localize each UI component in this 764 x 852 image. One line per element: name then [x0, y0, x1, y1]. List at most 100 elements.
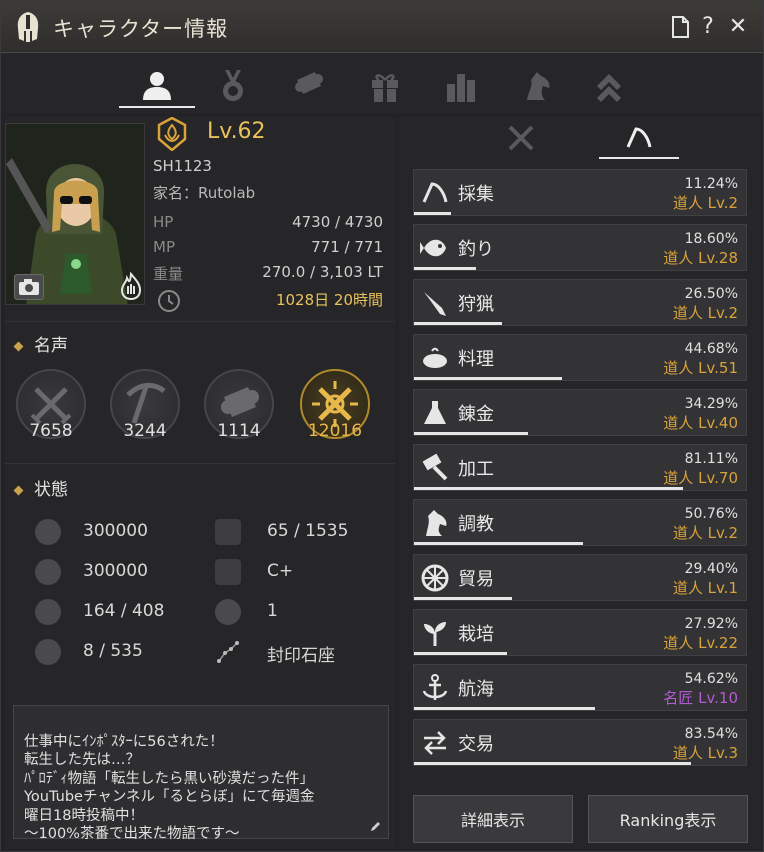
sickle-icon: [422, 182, 448, 203]
life-skill-level: 道人 Lv.3: [672, 744, 738, 762]
window-title: キャラクター情報: [53, 17, 229, 41]
clock-icon: [158, 290, 180, 312]
bar-chart-icon: [447, 74, 475, 102]
life-skill-level: 道人 Lv.22: [663, 634, 738, 652]
life-skill-row[interactable]: 錬金 34.29% 道人 Lv.40: [413, 389, 747, 436]
life-skill-row[interactable]: 貿易 29.40% 道人 Lv.1: [413, 554, 747, 601]
life-skill-level: 道人 Lv.70: [663, 469, 738, 487]
life-skill-name: 料理: [458, 349, 494, 370]
fame-knowledge-value: 1114: [217, 421, 261, 441]
life-skill-row[interactable]: 料理 44.68% 道人 Lv.51: [413, 334, 747, 381]
pencil-icon[interactable]: [370, 820, 382, 832]
scroll-icon: [295, 72, 323, 94]
status-title: 状態: [34, 480, 68, 500]
progress-bar: [414, 267, 476, 270]
tab-gift[interactable]: [345, 61, 425, 111]
tab-rank[interactable]: [569, 61, 649, 111]
life-skill-row[interactable]: 調教 50.76% 道人 Lv.2: [413, 499, 747, 546]
anchor-icon: [422, 674, 448, 700]
life-skill-percent: 54.62%: [684, 671, 738, 687]
life-skill-percent: 27.92%: [684, 616, 738, 632]
tab-character[interactable]: [117, 61, 197, 111]
mp-value: 771 / 771: [311, 238, 383, 256]
ranking-button[interactable]: Ranking表示: [588, 795, 748, 843]
axe-icon: [215, 519, 241, 545]
life-skill-percent: 50.76%: [684, 506, 738, 522]
character-level: Lv.62: [207, 119, 266, 144]
life-skill-name: 調教: [458, 514, 494, 535]
life-skill-row[interactable]: 栽培 27.92% 道人 Lv.22: [413, 609, 747, 656]
status-value: 65 / 1535: [267, 521, 349, 541]
close-button[interactable]: ✕: [725, 13, 751, 41]
life-skill-name: 錬金: [458, 404, 494, 425]
life-skill-name: 栽培: [458, 624, 494, 645]
skull-icon: [35, 519, 61, 545]
life-skill-level: 道人 Lv.2: [672, 304, 738, 322]
status-value: 164 / 408: [83, 601, 165, 621]
life-skill-name: 狩猟: [458, 294, 494, 315]
divider: [5, 321, 395, 322]
fame-life-value: 3244: [123, 421, 167, 441]
character-info-window: キャラクター情報 ? ✕ Lv.62 SH1123 家名：Rutolab HP …: [0, 0, 764, 852]
tab-scroll[interactable]: [269, 61, 349, 111]
divider: [5, 463, 395, 464]
bio-text: 仕事中にｲﾝﾎﾟｽﾀｰに56された！ 転生した先は…？ ﾊﾟﾛﾃﾞｨ物語「転生し…: [24, 733, 315, 843]
life-skill-row[interactable]: 釣り 18.60% 道人 Lv.28: [413, 224, 747, 271]
help-button[interactable]: ?: [695, 13, 721, 41]
life-skill-row[interactable]: 加工 81.11% 道人 Lv.70: [413, 444, 747, 491]
progress-bar: [414, 652, 507, 655]
tab-combat[interactable]: [481, 117, 561, 159]
progress-bar: [414, 212, 452, 215]
life-skill-level: 道人 Lv.2: [672, 194, 738, 212]
tab-horse[interactable]: [497, 61, 577, 111]
officer-icon: [35, 559, 61, 585]
life-skill-percent: 83.54%: [684, 726, 738, 742]
level-badge-icon: [157, 117, 187, 151]
exchange-icon: [424, 731, 446, 755]
life-skill-name: 貿易: [458, 569, 494, 590]
life-skill-name: 航海: [458, 679, 494, 700]
life-skill-name: 採集: [458, 184, 494, 205]
life-skills-panel: 採集 11.24% 道人 Lv.2 釣り 18.60% 道人 Lv.28 狩猟 …: [399, 117, 761, 849]
life-skill-percent: 44.68%: [684, 341, 738, 357]
playtime-value: 1028日 20時間: [275, 291, 383, 309]
tab-stats[interactable]: [421, 61, 501, 111]
tab-life[interactable]: [599, 117, 679, 159]
wheel-icon: [421, 564, 449, 592]
life-skill-percent: 11.24%: [684, 176, 738, 192]
life-skill-row[interactable]: 狩猟 26.50% 道人 Lv.2: [413, 279, 747, 326]
status-value: 300000: [83, 561, 148, 581]
life-skill-row[interactable]: 交易 83.54% 道人 Lv.3: [413, 719, 747, 766]
character-name: SH1123: [153, 157, 212, 175]
life-skill-name: 交易: [458, 734, 494, 755]
details-button[interactable]: 詳細表示: [413, 795, 573, 843]
life-skill-percent: 81.11%: [684, 451, 738, 467]
flask-icon: [424, 401, 446, 424]
hammer-icon: [422, 453, 448, 481]
life-skill-name: 加工: [458, 459, 494, 480]
awakening-flame-icon: [120, 272, 142, 300]
fame-total-value: 12016: [307, 421, 363, 441]
camera-icon: [19, 279, 39, 295]
character-panel: Lv.62 SH1123 家名：Rutolab HP 4730 / 4730 M…: [5, 117, 395, 849]
tab-medal[interactable]: [193, 61, 273, 111]
life-skill-row[interactable]: 採集 11.24% 道人 Lv.2: [413, 169, 747, 216]
screenshot-button[interactable]: [14, 274, 44, 300]
bio-textarea[interactable]: 仕事中にｲﾝﾎﾟｽﾀｰに56された！ 転生した先は…？ ﾊﾟﾛﾃﾞｨ物語「転生し…: [13, 705, 389, 842]
life-skill-name: 釣り: [458, 239, 494, 260]
life-skill-level: 道人 Lv.1: [672, 579, 738, 597]
constellation-icon: [215, 639, 241, 665]
helmet-icon: [17, 12, 39, 42]
memo-icon[interactable]: [667, 13, 693, 41]
hp-label: HP: [153, 213, 174, 231]
life-skill-level: 道人 Lv.2: [672, 524, 738, 542]
progress-bar: [414, 377, 563, 380]
life-skill-level: 道人 Lv.28: [663, 249, 738, 267]
progress-bar: [414, 597, 512, 600]
life-skill-row[interactable]: 航海 54.62% 名匠 Lv.10: [413, 664, 747, 711]
cooking-icon: [423, 347, 447, 368]
horse-icon: [527, 72, 550, 100]
person-icon: [143, 72, 171, 100]
progress-bar: [414, 542, 583, 545]
status-value: 封印石座: [267, 646, 335, 666]
